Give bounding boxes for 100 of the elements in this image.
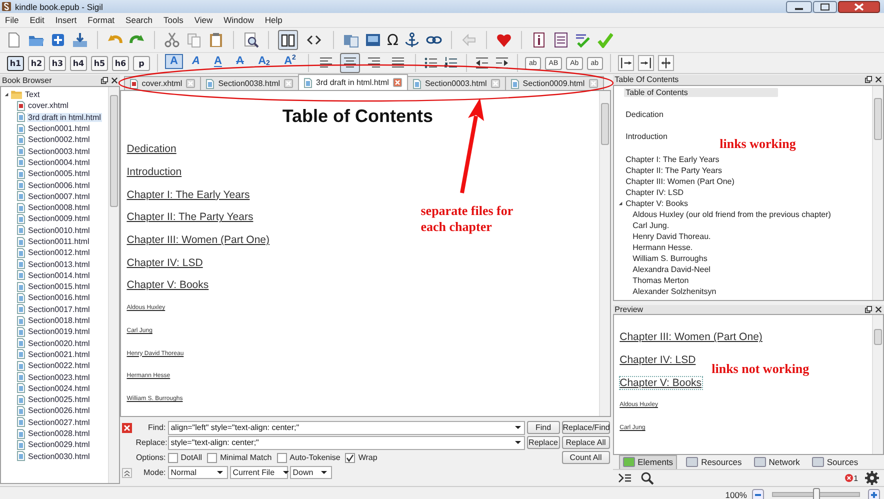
insert-left-icon[interactable] [618, 55, 634, 71]
menu-item[interactable]: Tools [163, 15, 184, 25]
check-icon[interactable] [597, 32, 614, 48]
checkbox[interactable] [207, 452, 218, 462]
tree-item[interactable]: Section0009.html [27, 214, 91, 224]
heading-button[interactable]: h6 [112, 56, 129, 70]
scrollbar[interactable] [872, 86, 884, 300]
inspector-tab[interactable]: Sources [808, 456, 862, 468]
toc-entry[interactable]: Table of Contents [624, 88, 778, 96]
document-link[interactable]: Chapter I: The Early Years [126, 188, 250, 201]
cut-icon[interactable] [164, 32, 180, 48]
tree-item[interactable]: Section0001.html [27, 124, 91, 134]
preview-link[interactable]: Chapter V: Books [620, 376, 702, 389]
replace-all-button[interactable]: Replace All [562, 436, 610, 449]
tree-item[interactable]: Section0026.html [27, 406, 91, 416]
error-icon[interactable] [844, 474, 853, 482]
file-tab[interactable]: 3rd draft in html.html [298, 74, 408, 90]
image-icon[interactable] [365, 32, 381, 48]
tree-item[interactable]: Section0004.html [27, 158, 91, 167]
document-link[interactable]: Introduction [126, 166, 182, 178]
close-icon[interactable] [875, 76, 882, 84]
toc-entry[interactable]: Chapter I: The Early Years [624, 154, 722, 164]
menu-item[interactable]: Insert [55, 15, 77, 25]
toc-entry[interactable]: Chapter V: Books [624, 198, 690, 208]
tree-item[interactable]: Section0003.html [27, 146, 91, 156]
collapse-icon[interactable] [122, 468, 132, 478]
float-icon[interactable] [865, 306, 872, 313]
dropdown[interactable]: Current File [230, 466, 288, 479]
toc-entry[interactable]: Henry David Thoreau. [630, 232, 713, 240]
add-file-icon[interactable] [50, 32, 66, 48]
menu-item[interactable]: View [194, 15, 213, 25]
toc-entry[interactable]: Carl Jung. [630, 220, 672, 230]
search-icon[interactable] [638, 470, 655, 486]
menu-item[interactable]: Edit [30, 15, 44, 25]
tree-item[interactable]: Section0015.html [27, 282, 91, 292]
new-file-icon[interactable] [6, 32, 22, 48]
anchor-icon[interactable] [404, 32, 420, 48]
file-tab[interactable]: cover.xhtml [124, 76, 202, 90]
insert-right-icon[interactable] [638, 55, 654, 71]
zoom-out-icon[interactable] [752, 488, 764, 499]
toc-entry[interactable]: Chapter III: Women (Part One) [624, 176, 736, 186]
expand-arrow-icon[interactable] [618, 200, 623, 206]
tree-item[interactable]: Section0008.html [27, 203, 91, 212]
preview-link[interactable]: Chapter III: Women (Part One) [620, 331, 762, 344]
tree-item[interactable]: Section0005.html [27, 169, 91, 178]
info-icon[interactable] [531, 32, 548, 48]
file-tab[interactable]: Section0009.html [504, 76, 604, 90]
tree-item[interactable]: Section0010.html [27, 226, 91, 235]
tree-item[interactable]: cover.xhtml [27, 101, 70, 110]
menu-item[interactable]: Help [264, 15, 282, 25]
tree-item[interactable]: Section0025.html [27, 395, 91, 404]
menu-item[interactable]: Window [224, 15, 254, 25]
scrollbar[interactable] [872, 315, 884, 454]
tree-item[interactable]: Section0024.html [27, 384, 91, 393]
document-link[interactable]: Chapter V: Books [126, 279, 209, 292]
text-style-button[interactable]: A [165, 54, 183, 69]
replace-find-button[interactable]: Replace/Find [562, 421, 610, 434]
spellcheck-icon[interactable] [575, 32, 592, 48]
find-replace-icon[interactable] [243, 32, 259, 48]
tree-item[interactable]: Section0014.html [27, 270, 91, 280]
tree-item[interactable]: Section0017.html [27, 304, 91, 314]
document-link[interactable]: Dedication [126, 143, 176, 156]
close-icon[interactable] [838, 0, 880, 12]
tree-item[interactable]: Section0007.html [27, 192, 91, 201]
tree-item[interactable]: Section0022.html [27, 361, 91, 370]
tree-item[interactable]: Section0030.html [27, 452, 91, 461]
inspector-tab[interactable]: Resources [683, 456, 745, 468]
tree-item[interactable]: 3rd draft in html.html [27, 112, 102, 122]
heading-button[interactable]: h1 [7, 56, 24, 70]
book-view-button[interactable] [278, 30, 298, 50]
toc-entry[interactable]: Alexandra David-Neel [630, 264, 712, 274]
zoom-in-icon[interactable] [868, 488, 880, 499]
toc-entry[interactable]: Dedication [624, 110, 666, 118]
heading-button[interactable]: h3 [49, 56, 66, 70]
tree-item[interactable]: Section0018.html [27, 316, 91, 326]
checkbox[interactable] [276, 452, 287, 462]
expand-arrow-icon[interactable] [4, 92, 9, 98]
checkbox[interactable] [345, 452, 356, 462]
menu-item[interactable]: File [5, 15, 19, 25]
scrollbar[interactable] [108, 87, 119, 483]
slider-handle[interactable] [813, 488, 820, 499]
tree-item[interactable]: Section0011.html [27, 237, 90, 246]
close-icon[interactable] [110, 77, 118, 84]
text-style-button[interactable]: A$^{2}$ [279, 54, 301, 69]
tree-item[interactable]: Section0021.html [27, 350, 91, 359]
replace-button[interactable]: Replace [526, 436, 560, 449]
toc-entry[interactable]: Chapter IV: LSD [624, 188, 686, 196]
split-icon[interactable] [343, 32, 359, 48]
text-style-button[interactable]: A [187, 54, 205, 69]
close-tab-icon[interactable] [392, 78, 402, 87]
list-icon[interactable] [553, 32, 570, 48]
heading-button[interactable]: p [133, 56, 150, 70]
bulleted-list-icon[interactable] [423, 55, 439, 71]
float-icon[interactable] [865, 76, 872, 84]
tree-item[interactable]: Section0016.html [27, 293, 91, 302]
document-link[interactable]: Chapter III: Women (Part One) [126, 234, 270, 246]
paste-icon[interactable] [208, 32, 224, 48]
tree-item[interactable]: Section0012.html [27, 248, 91, 258]
scrollbar[interactable] [598, 91, 610, 416]
tree-item[interactable]: Section0027.html [27, 418, 91, 427]
